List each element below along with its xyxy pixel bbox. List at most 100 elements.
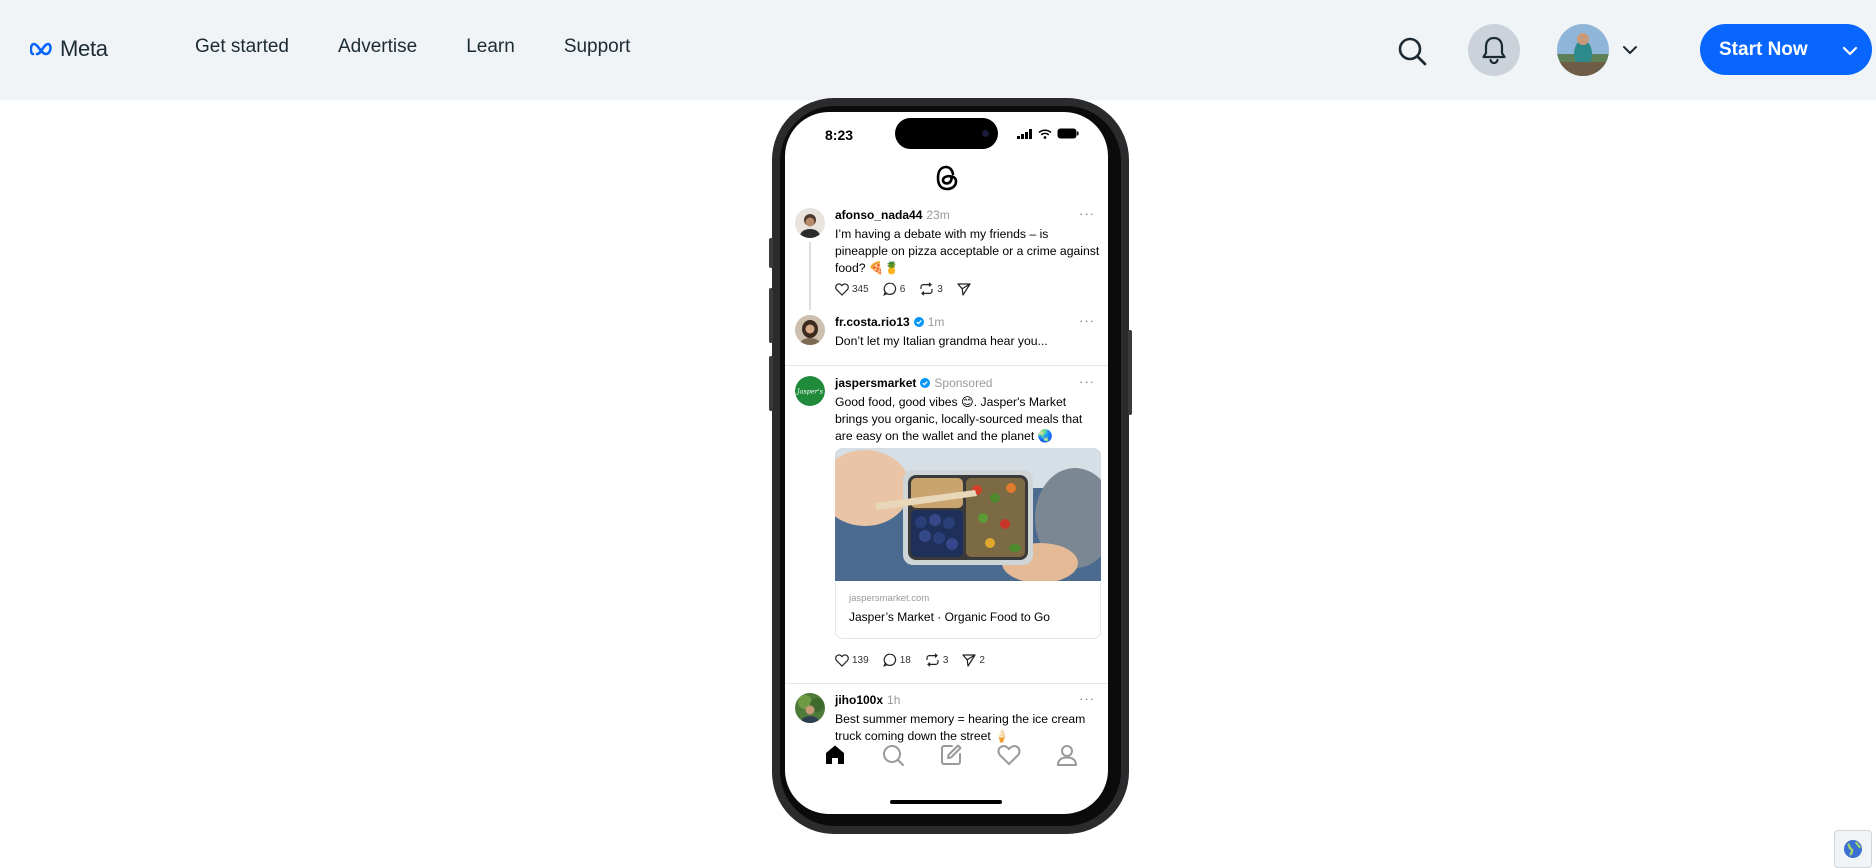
repost-icon — [920, 282, 933, 296]
ad-domain: jaspersmarket.com — [849, 593, 930, 604]
verified-badge-icon — [913, 317, 924, 327]
repost-icon — [926, 653, 939, 667]
username[interactable]: jaspersmarket — [835, 376, 916, 390]
post-time: 1m — [927, 315, 945, 329]
post-time: 1h — [887, 693, 901, 707]
heart-icon — [835, 653, 849, 667]
more-options-icon[interactable]: ··· — [1079, 374, 1095, 389]
repost-count: 3 — [937, 283, 943, 295]
profile-icon[interactable] — [1054, 742, 1080, 768]
camera-dot — [982, 130, 989, 137]
post-afonso[interactable]: afonso_nada44 23m ··· I’m having a debat… — [785, 206, 1108, 311]
phone-side-button — [769, 238, 773, 268]
start-now-button[interactable]: Start Now — [1700, 24, 1872, 75]
username[interactable]: fr.costa.rio13 — [835, 315, 910, 329]
phone-bezel: 8:23 afonso_nada44 23m ··· I’m having a … — [780, 106, 1121, 826]
nav-support[interactable]: Support — [564, 36, 631, 58]
username[interactable]: jiho100x — [835, 693, 883, 707]
home-icon[interactable] — [822, 742, 848, 768]
ad-image[interactable] — [835, 448, 1101, 581]
post-text: I’m having a debate with my friends – is… — [835, 227, 1100, 275]
bottom-tab-bar — [785, 742, 1108, 772]
post-time: 23m — [926, 208, 950, 222]
send-icon — [962, 653, 976, 667]
nav-learn[interactable]: Learn — [466, 36, 515, 58]
phone-side-button — [769, 356, 773, 411]
search-icon[interactable] — [1396, 35, 1428, 67]
post-text: Best summer memory = hearing the ice cre… — [835, 712, 1086, 743]
verified-badge-icon — [920, 378, 931, 388]
thread-line — [809, 242, 811, 310]
avatar[interactable] — [795, 208, 825, 238]
share-button[interactable] — [957, 282, 971, 296]
send-icon — [957, 282, 971, 296]
like-button[interactable]: 345 — [835, 282, 869, 296]
like-count: 345 — [852, 283, 869, 295]
like-count: 139 — [852, 654, 869, 666]
nav-links: Get started Advertise Learn Support — [195, 36, 630, 58]
search-icon[interactable] — [880, 742, 906, 768]
post-username[interactable]: jaspersmarket Sponsored — [835, 376, 992, 390]
repost-button[interactable]: 3 — [919, 282, 943, 296]
signal-icon — [1017, 128, 1032, 139]
more-options-icon[interactable]: ··· — [1079, 206, 1095, 221]
threads-logo-icon — [936, 165, 958, 191]
avatar[interactable] — [795, 315, 825, 345]
globe-icon[interactable] — [1834, 830, 1872, 868]
chevron-down-icon[interactable] — [1620, 40, 1640, 60]
dynamic-island — [895, 118, 998, 149]
meta-infinity-icon — [30, 42, 52, 56]
post-text: Don’t let my Italian grandma hear you... — [835, 334, 1048, 348]
reply-button[interactable]: 18 — [882, 653, 911, 667]
reply-button[interactable]: 6 — [882, 282, 906, 296]
notifications-button[interactable] — [1468, 24, 1520, 76]
avatar[interactable]: Jasper's — [795, 376, 825, 406]
post-text: Good food, good vibes 😊. Jasper's Market… — [835, 395, 1083, 443]
more-options-icon[interactable]: ··· — [1079, 313, 1095, 328]
like-button[interactable]: 139 — [835, 653, 869, 667]
account-avatar[interactable] — [1557, 24, 1609, 76]
post-actions: 345 6 3 — [835, 282, 971, 296]
reply-count: 18 — [899, 654, 911, 666]
bell-icon — [1482, 36, 1506, 65]
repost-count: 3 — [942, 654, 949, 666]
post-username[interactable]: afonso_nada44 23m — [835, 208, 950, 222]
phone-side-button — [1128, 330, 1132, 415]
repost-button[interactable]: 3 — [925, 653, 949, 667]
share-count: 2 — [979, 654, 985, 666]
battery-icon — [1057, 128, 1079, 139]
svg-text:Jasper's: Jasper's — [795, 388, 824, 396]
post-fr-costa[interactable]: fr.costa.rio13 1m ··· Don’t let my Itali… — [785, 313, 1108, 355]
phone-side-button — [769, 288, 773, 343]
nav-advertise[interactable]: Advertise — [338, 36, 417, 58]
post-jiho[interactable]: jiho100x 1h ··· Best summer memory = hea… — [785, 691, 1108, 743]
sponsored-label: Sponsored — [934, 376, 993, 390]
post-divider — [785, 683, 1108, 684]
reply-count: 6 — [899, 283, 906, 295]
nav-get-started[interactable]: Get started — [195, 36, 289, 58]
more-options-icon[interactable]: ··· — [1079, 691, 1095, 706]
comment-icon — [882, 653, 896, 667]
compose-icon[interactable] — [938, 742, 964, 768]
status-icons — [1017, 128, 1079, 139]
logo-text: Meta — [60, 36, 108, 61]
phone-mockup: 8:23 afonso_nada44 23m ··· I’m having a … — [769, 98, 1132, 834]
post-actions: 139 18 3 2 — [835, 653, 985, 667]
wifi-icon — [1038, 128, 1052, 139]
username[interactable]: afonso_nada44 — [835, 208, 922, 222]
post-divider — [785, 365, 1108, 366]
post-username[interactable]: jiho100x 1h — [835, 693, 900, 707]
ad-title[interactable]: Jasper’s Market · Organic Food to Go — [849, 610, 1050, 624]
meta-logo[interactable]: Meta — [30, 36, 108, 62]
ad-link-card[interactable]: jaspersmarket.com Jasper’s Market · Orga… — [835, 581, 1101, 639]
avatar[interactable] — [795, 693, 825, 723]
chevron-down-icon — [1842, 46, 1858, 56]
share-button[interactable]: 2 — [962, 653, 985, 667]
post-username[interactable]: fr.costa.rio13 1m — [835, 315, 944, 329]
heart-icon[interactable] — [996, 742, 1022, 768]
threads-screen: 8:23 afonso_nada44 23m ··· I’m having a … — [785, 112, 1108, 814]
heart-icon — [835, 282, 849, 296]
post-jaspersmarket[interactable]: Jasper's jaspersmarket Sponsored ··· Goo… — [785, 374, 1108, 676]
comment-icon — [882, 282, 896, 296]
home-indicator — [890, 800, 1002, 804]
